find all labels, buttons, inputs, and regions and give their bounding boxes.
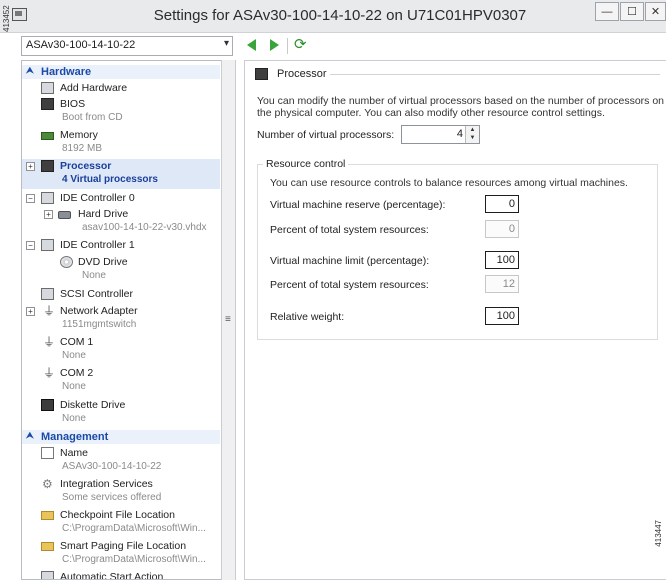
tree-item-automatic-start-action[interactable]: Automatic Start Action bbox=[22, 570, 220, 579]
tree-item-memory[interactable]: Memory 8192 MB bbox=[22, 128, 220, 158]
scsi-controller-icon bbox=[41, 288, 54, 300]
relative-weight-label: Relative weight: bbox=[270, 311, 345, 323]
tree-item-dvd-drive[interactable]: DVD Drive None bbox=[22, 255, 220, 285]
side-reference-id: 413452 bbox=[2, 5, 11, 32]
processor-description-line-2: the physical computer. You can also modi… bbox=[257, 107, 605, 119]
virtual-processors-value: 4 bbox=[456, 128, 463, 140]
splitter-grip-icon: ≡ bbox=[225, 314, 231, 325]
heading-divider bbox=[330, 74, 660, 75]
com-port-icon: ⏚ bbox=[43, 366, 56, 380]
toolbar-separator bbox=[287, 38, 288, 54]
tree-item-name[interactable]: Name ASAv30-100-14-10-22 bbox=[22, 446, 220, 476]
vm-select-value: ASAv30-100-14-10-22 bbox=[26, 39, 136, 51]
tree-item-integration-services[interactable]: ⚙ Integration Services Some services off… bbox=[22, 477, 220, 507]
collapse-chevron-icon: ⮝ bbox=[26, 430, 34, 440]
tree-item-ide-controller-0[interactable]: − IDE Controller 0 bbox=[22, 191, 220, 207]
resource-control-description: You can use resource controls to balance… bbox=[270, 177, 628, 189]
vm-limit-label: Virtual machine limit (percentage): bbox=[270, 255, 430, 267]
settings-tree: ⮝ Hardware Add Hardware BIOS Boot from C… bbox=[21, 60, 221, 580]
tree-item-com-1[interactable]: ⏚ COM 1 None bbox=[22, 335, 220, 365]
stepper-arrows-icon[interactable]: ▲ ▼ bbox=[465, 126, 479, 143]
collapse-icon[interactable]: − bbox=[26, 194, 35, 203]
dvd-drive-icon bbox=[60, 256, 73, 268]
com-port-icon: ⏚ bbox=[43, 335, 56, 349]
tree-item-processor[interactable]: + Processor 4 Virtual processors bbox=[22, 159, 220, 189]
app-icon bbox=[12, 8, 27, 21]
folder-icon bbox=[41, 542, 54, 551]
start-action-icon bbox=[41, 571, 54, 579]
tree-item-bios[interactable]: BIOS Boot from CD bbox=[22, 97, 220, 127]
tree-item-checkpoint-file-location[interactable]: Checkpoint File Location C:\ProgramData\… bbox=[22, 508, 220, 538]
tree-item-diskette-drive[interactable]: Diskette Drive None bbox=[22, 398, 220, 428]
network-adapter-icon: ⏚ bbox=[43, 304, 56, 318]
hard-drive-icon bbox=[58, 211, 71, 219]
refresh-icon[interactable]: ⟳ bbox=[294, 37, 309, 52]
expand-icon[interactable]: + bbox=[26, 307, 35, 316]
limit-percent-total-label: Percent of total system resources: bbox=[270, 279, 429, 291]
integration-services-icon: ⚙ bbox=[42, 477, 53, 491]
expand-icon[interactable]: + bbox=[44, 210, 53, 219]
chevron-down-icon: ▾ bbox=[223, 38, 229, 49]
tree-item-smart-paging-file-location[interactable]: Smart Paging File Location C:\ProgramDat… bbox=[22, 539, 220, 569]
virtual-processors-label: Number of virtual processors: bbox=[257, 129, 395, 141]
name-icon bbox=[41, 447, 54, 459]
folder-icon bbox=[41, 511, 54, 520]
forward-arrow-icon[interactable] bbox=[270, 39, 279, 51]
pane-splitter[interactable]: ≡ bbox=[221, 60, 236, 580]
limit-percent-total-value: 12 bbox=[485, 275, 519, 293]
ide-controller-icon bbox=[41, 239, 54, 251]
window-title: Settings for ASAv30-100-14-10-22 on U71C… bbox=[153, 7, 527, 24]
panel-heading: Processor bbox=[277, 68, 327, 80]
processor-description-line-1: You can modify the number of virtual pro… bbox=[257, 95, 665, 107]
minimize-button[interactable]: — bbox=[595, 2, 619, 21]
relative-weight-input[interactable]: 100 bbox=[485, 307, 519, 325]
maximize-button[interactable]: ☐ bbox=[620, 2, 644, 21]
processor-icon bbox=[41, 160, 54, 172]
reserve-percent-total-value: 0 bbox=[485, 220, 519, 238]
tree-item-network-adapter[interactable]: + ⏚ Network Adapter 1151mgmtswitch bbox=[22, 304, 220, 334]
expand-icon[interactable]: + bbox=[26, 162, 35, 171]
memory-icon bbox=[41, 132, 54, 140]
close-button[interactable]: ✕ bbox=[645, 2, 666, 21]
diskette-icon bbox=[41, 399, 54, 411]
collapse-icon[interactable]: − bbox=[26, 241, 35, 250]
add-hardware-icon bbox=[41, 82, 54, 94]
back-arrow-icon[interactable] bbox=[247, 39, 256, 51]
vm-limit-input[interactable]: 100 bbox=[485, 251, 519, 269]
bios-icon bbox=[41, 98, 54, 110]
vm-reserve-input[interactable]: 0 bbox=[485, 195, 519, 213]
collapse-chevron-icon: ⮝ bbox=[26, 65, 34, 75]
section-hardware[interactable]: ⮝ Hardware bbox=[22, 65, 220, 79]
section-management[interactable]: ⮝ Management bbox=[22, 430, 220, 444]
tree-item-ide-controller-1[interactable]: − IDE Controller 1 bbox=[22, 238, 220, 254]
vm-select[interactable]: ASAv30-100-14-10-22 ▾ bbox=[21, 36, 233, 56]
processor-icon bbox=[255, 68, 268, 80]
toolbar: ASAv30-100-14-10-22 ▾ ⟳ bbox=[0, 33, 666, 59]
tree-item-hard-drive[interactable]: + Hard Drive asav100-14-10-22-v30.vhdx bbox=[22, 207, 220, 237]
reserve-percent-total-label: Percent of total system resources: bbox=[270, 224, 429, 236]
ide-controller-icon bbox=[41, 192, 54, 204]
virtual-processors-stepper[interactable]: 4 ▲ ▼ bbox=[401, 125, 480, 144]
title-bar: 413452 Settings for ASAv30-100-14-10-22 … bbox=[0, 0, 666, 33]
vm-reserve-label: Virtual machine reserve (percentage): bbox=[270, 199, 446, 211]
resource-control-title: Resource control bbox=[263, 158, 349, 170]
figure-reference-id: 413447 bbox=[654, 520, 663, 547]
tree-item-add-hardware[interactable]: Add Hardware bbox=[22, 81, 220, 97]
tree-item-com-2[interactable]: ⏚ COM 2 None bbox=[22, 366, 220, 396]
tree-item-scsi-controller[interactable]: SCSI Controller bbox=[22, 287, 220, 303]
